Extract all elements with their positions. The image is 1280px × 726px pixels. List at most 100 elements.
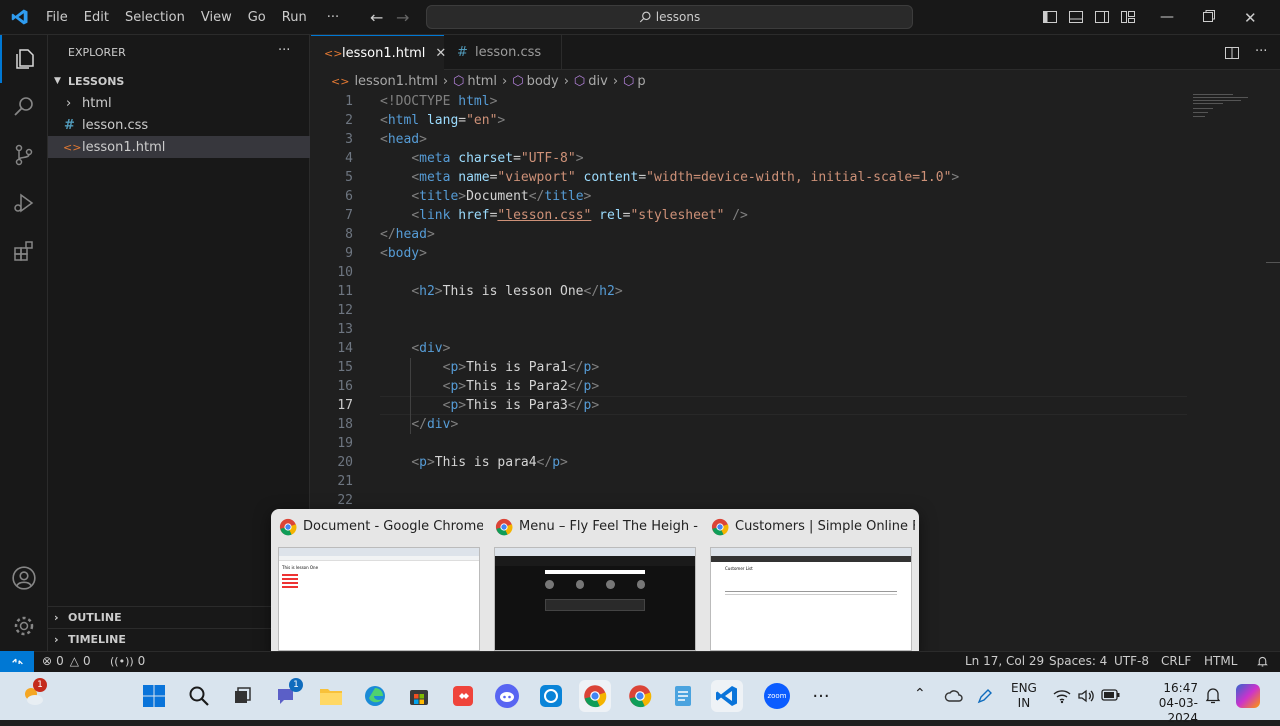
remote-button[interactable] (0, 651, 34, 672)
notification-center-icon[interactable] (1205, 687, 1221, 705)
cloud-icon[interactable] (944, 688, 964, 704)
edge-button[interactable] (359, 680, 391, 712)
search-activity[interactable] (0, 83, 48, 131)
run-debug-activity[interactable] (0, 179, 48, 227)
show-hidden-icons-chevron-up-icon[interactable]: ⌃ (914, 686, 926, 702)
line-number: 12 (337, 303, 353, 318)
menu-run[interactable]: Run (274, 0, 315, 35)
battery-icon[interactable] (1101, 688, 1121, 702)
back-arrow-icon[interactable]: ← (370, 8, 383, 27)
menu-selection[interactable]: Selection (117, 0, 193, 35)
clock-time: 16:47 (1163, 681, 1198, 695)
explorer-more-button[interactable]: ··· (278, 43, 290, 58)
toggle-secondary-sidebar-icon[interactable] (1094, 9, 1110, 25)
task-view-button[interactable] (226, 680, 258, 712)
code-token: link (419, 208, 451, 223)
search-icon (14, 97, 33, 116)
line-number: 19 (337, 436, 353, 451)
accounts-activity[interactable] (0, 554, 48, 602)
chrome-icon (584, 685, 607, 708)
chrome-button-active[interactable] (579, 680, 611, 712)
breadcrumb-p[interactable]: p (637, 74, 645, 89)
tab-lesson1-html[interactable]: <> lesson1.html ✕ (311, 35, 446, 70)
preview-window-document[interactable]: Document - Google Chrome This is lesson … (271, 509, 487, 660)
code-token: title (544, 189, 584, 204)
notifications-bell-icon[interactable] (1256, 655, 1269, 668)
tab-lesson-css[interactable]: # lesson.css (444, 35, 562, 70)
gear-icon (14, 616, 34, 636)
more-apps-button[interactable]: ··· (805, 680, 837, 712)
code-line: </head> (380, 227, 435, 242)
close-window-icon[interactable]: ✕ (1244, 9, 1257, 27)
store-button[interactable] (403, 680, 435, 712)
folder-lessons-header[interactable]: ▼ LESSONS (48, 70, 310, 92)
line-number: 5 (345, 170, 353, 185)
ports-indicator[interactable]: ((•)) 0 (110, 654, 145, 668)
breadcrumb-div[interactable]: div (588, 74, 608, 89)
vscode-logo-icon[interactable] (2, 8, 38, 26)
cursor-position[interactable]: Ln 17, Col 29 (965, 654, 1044, 668)
activity-bar (0, 35, 48, 651)
zoom-button[interactable]: zoom (761, 680, 793, 712)
breadcrumb-html[interactable]: html (467, 74, 497, 89)
split-editor-icon[interactable] (1224, 45, 1240, 61)
app-button[interactable] (535, 680, 567, 712)
wifi-icon[interactable] (1053, 688, 1071, 704)
breadcrumb-body[interactable]: body (527, 74, 559, 89)
discord-button[interactable] (491, 680, 523, 712)
window-controls: — ✕ (1160, 9, 1257, 27)
toggle-panel-icon[interactable] (1068, 9, 1084, 25)
extensions-activity[interactable] (0, 227, 48, 275)
tree-item-html-folder[interactable]: › html (48, 92, 310, 114)
indentation[interactable]: Spaces: 4 (1049, 654, 1107, 668)
command-center-search[interactable]: lessons (426, 5, 913, 29)
language-mode[interactable]: HTML (1204, 654, 1237, 668)
taskbar-search-button[interactable] (183, 680, 215, 712)
minimize-icon[interactable]: — (1160, 9, 1174, 27)
forward-arrow-icon[interactable]: → (396, 8, 409, 27)
chat-badge: 1 (289, 678, 303, 692)
file-explorer-button[interactable] (315, 680, 347, 712)
chrome-profile-button[interactable] (624, 680, 656, 712)
customize-layout-icon[interactable] (1120, 9, 1136, 25)
manage-activity[interactable] (0, 602, 48, 650)
menu-more[interactable]: ··· (319, 0, 347, 35)
preview-thumbnail (494, 547, 696, 651)
code-token: html (387, 113, 420, 128)
problems-indicator[interactable]: ⊗ 0 △ 0 (42, 654, 91, 668)
notepad-button[interactable] (667, 680, 699, 712)
start-button[interactable] (138, 680, 170, 712)
toggle-primary-sidebar-icon[interactable] (1042, 9, 1058, 25)
code-link[interactable]: "lesson.css" (497, 208, 591, 223)
breadcrumb-file[interactable]: lesson1.html (354, 74, 437, 89)
minimap[interactable] (1190, 92, 1280, 132)
menu-edit[interactable]: Edit (76, 0, 117, 35)
line-number: 6 (345, 189, 353, 204)
menu-file[interactable]: File (38, 0, 76, 35)
menu-go[interactable]: Go (240, 0, 274, 35)
vscode-taskbar-button[interactable] (711, 680, 743, 712)
source-control-activity[interactable] (0, 131, 48, 179)
clock[interactable]: 16:47 04-03-2024 (1132, 681, 1198, 726)
weather-widget[interactable]: 1 (17, 678, 49, 712)
preview-window-customers[interactable]: Customers | Simple Online Foo... Custome… (703, 509, 919, 660)
pen-icon[interactable] (976, 687, 994, 705)
restore-icon[interactable] (1202, 9, 1216, 23)
tree-item-lesson1-html[interactable]: <> lesson1.html (48, 136, 310, 158)
more-actions-button[interactable]: ··· (1255, 44, 1267, 59)
input-language-indicator[interactable]: ENG IN (1011, 681, 1037, 711)
chevron-right-icon: › (502, 73, 508, 89)
encoding[interactable]: UTF-8 (1114, 654, 1149, 668)
copilot-icon[interactable] (1236, 684, 1260, 708)
anydesk-button[interactable] (447, 680, 479, 712)
tree-item-lesson-css[interactable]: # lesson.css (48, 114, 310, 136)
code-token: h2 (599, 284, 615, 299)
line-number: 3 (345, 132, 353, 147)
volume-icon[interactable] (1077, 687, 1095, 705)
end-of-line[interactable]: CRLF (1161, 654, 1191, 668)
menu-view[interactable]: View (193, 0, 240, 35)
explorer-activity[interactable] (0, 35, 48, 83)
tree-item-label: lesson1.html (82, 139, 166, 155)
preview-window-menu[interactable]: Menu – Fly Feel The Heigh - Go... (487, 509, 703, 660)
teams-chat-button[interactable]: 1 (271, 678, 303, 712)
